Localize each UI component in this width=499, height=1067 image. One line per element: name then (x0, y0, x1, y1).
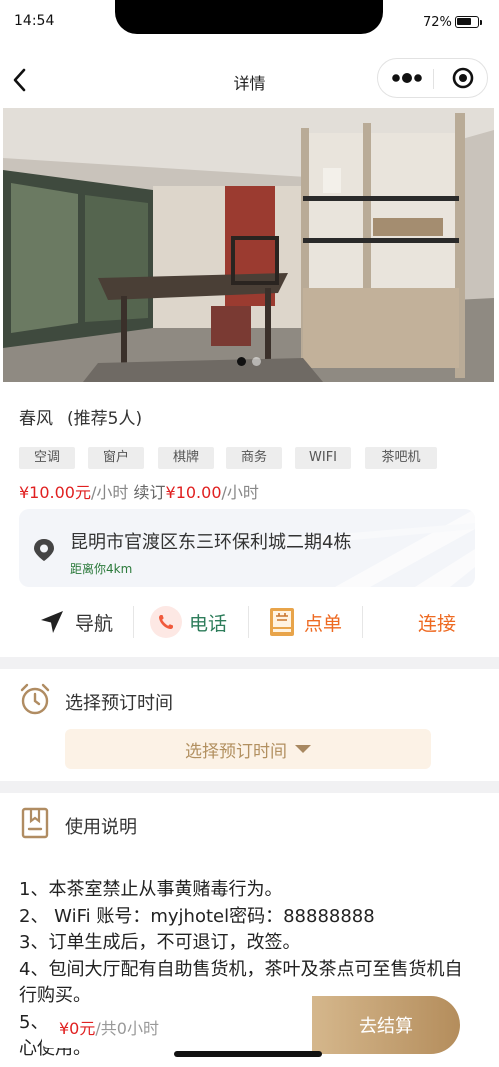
more-dots-icon (392, 73, 422, 83)
section-divider (0, 781, 499, 793)
location-pin-icon (34, 539, 54, 561)
close-mini-program-button[interactable] (440, 59, 486, 97)
nav-bar: 详情 (0, 56, 499, 104)
notebook-icon (21, 807, 49, 839)
battery-fill (457, 18, 471, 25)
checkout-bar: ¥0元/共0小时 去结算 (0, 996, 499, 1056)
checkout-button[interactable]: 去结算 (312, 996, 460, 1054)
back-button[interactable] (8, 64, 34, 96)
amenity-tag: 棋牌 (158, 447, 214, 469)
status-time: 14:54 (14, 13, 55, 29)
hourly-price-unit: /小时 (91, 483, 129, 502)
carousel-dots (3, 351, 494, 370)
room-name: 春风 (推荐5人) (19, 404, 142, 429)
action-divider (133, 606, 134, 638)
order-button[interactable]: 点单 (270, 600, 342, 644)
amenity-tag: 窗户 (88, 447, 144, 469)
renew-price-unit: /小时 (221, 483, 259, 502)
action-row: 导航 电话 点单 连接 (19, 600, 479, 644)
status-bar: 14:54 72% (0, 0, 499, 46)
menu-book-icon (270, 608, 294, 636)
carousel-dot[interactable] (251, 357, 261, 366)
address-card[interactable]: 昆明市官渡区东三环保利城二期4栋 距离你4km (19, 509, 475, 587)
time-picker-label: 选择预订时间 (185, 741, 287, 762)
distance-text: 距离你4km (70, 562, 133, 576)
amenity-tag: 茶吧机 (365, 447, 437, 469)
camera-notch (115, 0, 383, 34)
navigation-arrow-icon (41, 611, 63, 633)
usage-section-title: 使用说明 (65, 817, 137, 838)
navigate-label: 导航 (75, 612, 114, 635)
total-price: ¥0元 (59, 1019, 96, 1038)
action-divider (362, 606, 363, 638)
connect-label: 连接 (418, 612, 457, 635)
room-photo-carousel[interactable] (3, 108, 494, 382)
room-capacity: (推荐5人) (67, 409, 143, 429)
amenity-tag: WIFI (295, 447, 351, 469)
booking-section-title: 选择预订时间 (65, 693, 173, 714)
usage-line: 1、本茶室禁止从事黄赌毒行为。 (19, 879, 283, 900)
phone-button[interactable]: 电话 (150, 600, 227, 644)
order-label: 点单 (304, 612, 343, 635)
amenity-tag: 空调 (19, 447, 75, 469)
phone-icon (150, 606, 182, 638)
mini-program-capsule (377, 58, 488, 98)
room-title: 春风 (19, 409, 53, 429)
amenity-tag: 商务 (226, 447, 282, 469)
address-text: 昆明市官渡区东三环保利城二期4栋 (70, 532, 352, 553)
renew-price: ¥10.00 (165, 483, 222, 502)
more-button[interactable] (384, 59, 430, 97)
room-photo (3, 108, 494, 382)
price-row: ¥10.00元/小时 续订¥10.00/小时 (19, 479, 259, 503)
navigate-button[interactable]: 导航 (39, 600, 113, 644)
battery-percent: 72% (423, 15, 452, 30)
home-indicator (174, 1051, 322, 1057)
action-divider (248, 606, 249, 638)
total-duration: /共0小时 (95, 1019, 159, 1038)
caret-down-icon (295, 745, 311, 753)
section-divider (0, 657, 499, 669)
renew-label: 续订 (133, 483, 166, 502)
phone-screen: 14:54 72% 详情 春风 (推荐5人) 空调 窗户 棋牌 商务 WIFI … (0, 0, 499, 1067)
target-icon (452, 67, 474, 89)
carousel-dot[interactable] (236, 357, 246, 366)
usage-line: 3、订单生成后，不可退订，改签。 (19, 932, 301, 953)
connect-button[interactable]: 连接 (418, 600, 456, 644)
battery-icon (455, 16, 482, 28)
phone-label: 电话 (189, 612, 228, 635)
chevron-left-icon (13, 68, 26, 92)
usage-line: 2、 WiFi 账号：myjhotel密码：88888888 (19, 905, 375, 927)
booking-time-picker[interactable]: 选择预订时间 (65, 729, 431, 769)
total-summary: ¥0元/共0小时 (59, 1015, 159, 1039)
alarm-clock-icon (20, 683, 50, 715)
hourly-price: ¥10.00元 (19, 483, 91, 502)
capsule-divider (433, 69, 434, 89)
